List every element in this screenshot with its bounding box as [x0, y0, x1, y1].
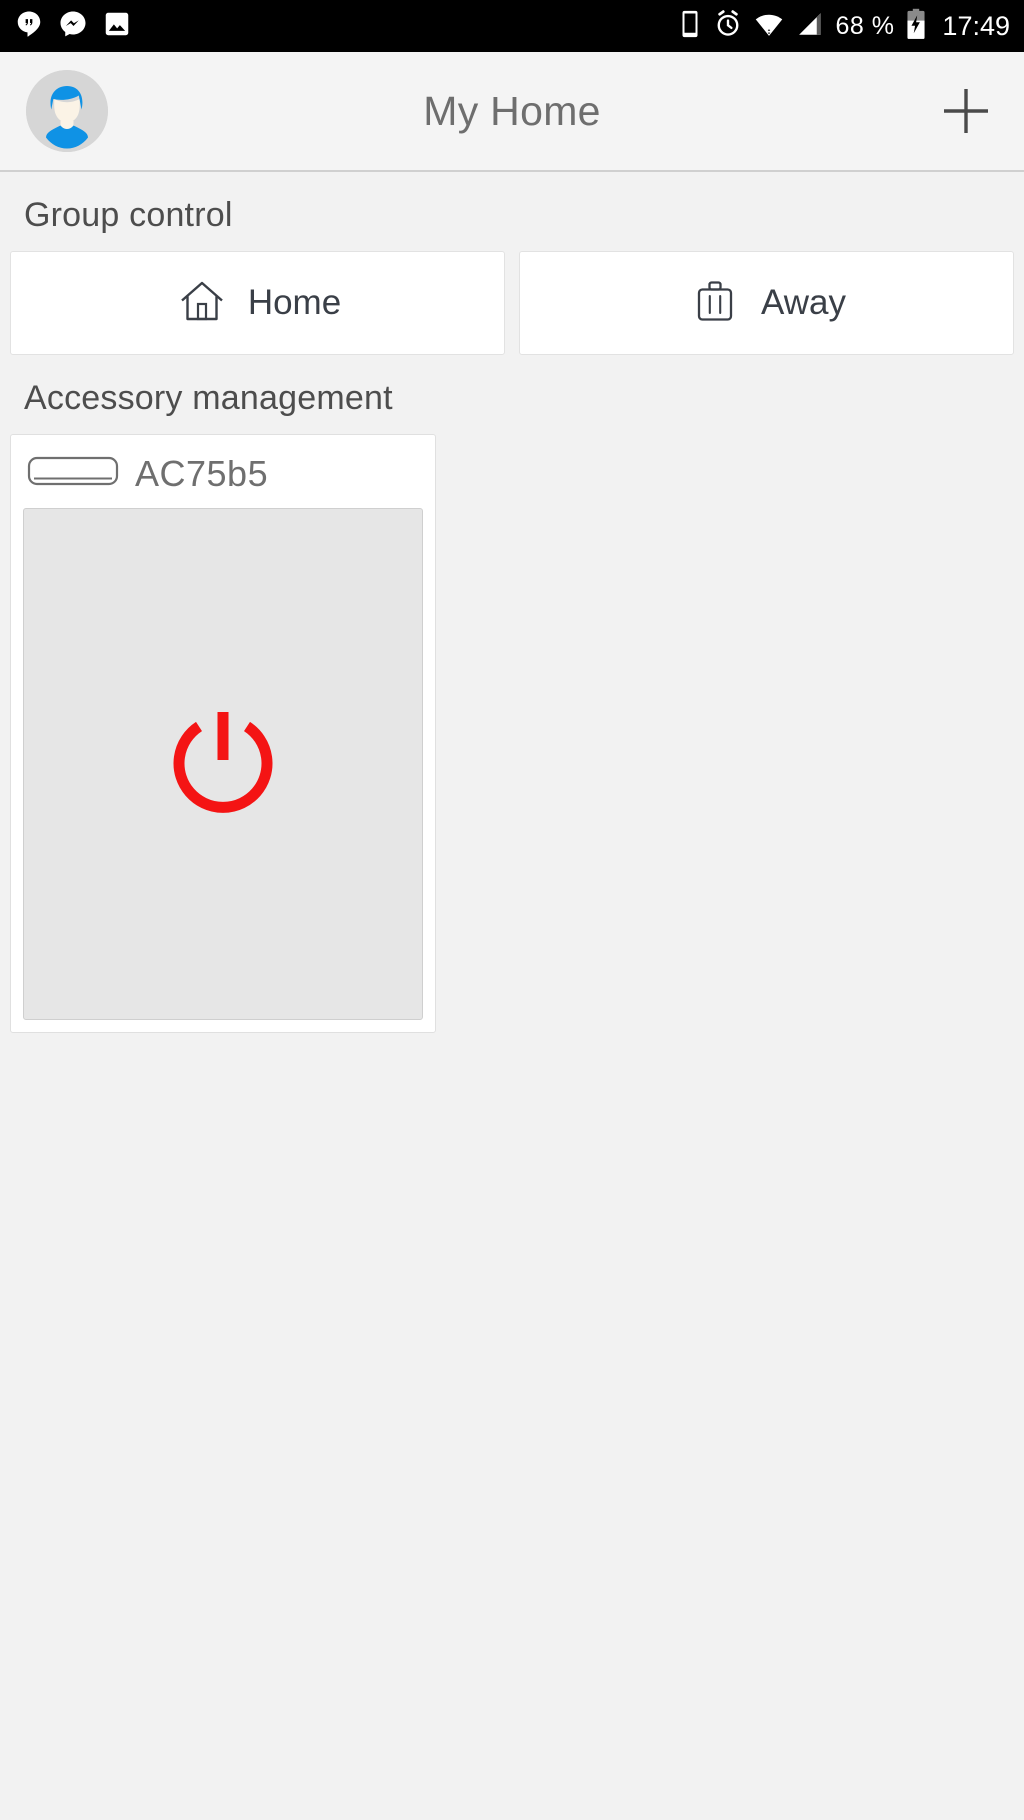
accessory-list: AC75b5	[0, 434, 1024, 1033]
app-bar: My Home	[0, 52, 1024, 172]
alarm-clock-icon	[713, 9, 743, 44]
status-bar-left-icons	[14, 9, 132, 44]
device-header: AC75b5	[23, 445, 423, 508]
group-button-home[interactable]: Home	[10, 251, 505, 355]
power-icon	[157, 696, 289, 833]
messenger-icon	[58, 9, 88, 44]
page-title: My Home	[423, 87, 601, 134]
status-bar: 68 % 17:49	[0, 0, 1024, 52]
app-screen: 68 % 17:49 My Home Group control Home Aw…	[0, 0, 1024, 1820]
group-control-title: Group control	[24, 196, 233, 234]
avatar[interactable]	[26, 70, 108, 152]
status-bar-right-icons: 68 % 17:49	[677, 8, 1010, 45]
clock-label: 17:49	[942, 10, 1010, 41]
group-control-row: Home Away	[0, 251, 1024, 355]
cellular-signal-icon	[795, 9, 825, 44]
add-accessory-button[interactable]	[934, 79, 998, 143]
vibrate-phone-icon	[677, 9, 703, 44]
photo-icon	[102, 9, 132, 44]
content-area: Group control Home Away Accessory manage…	[0, 172, 1024, 1033]
group-button-away-label: Away	[761, 283, 846, 322]
device-power-toggle[interactable]	[23, 508, 423, 1020]
group-button-away[interactable]: Away	[519, 251, 1014, 355]
battery-charging-icon	[904, 8, 928, 45]
accessory-management-title: Accessory management	[24, 379, 393, 417]
hangouts-icon	[14, 9, 44, 44]
wifi-icon	[753, 9, 785, 44]
device-card[interactable]: AC75b5	[10, 434, 436, 1033]
suitcase-icon	[687, 273, 743, 334]
group-button-home-label: Home	[247, 283, 342, 322]
battery-percent-label: 68 %	[835, 11, 895, 40]
device-name-label: AC75b5	[135, 452, 269, 494]
house-icon	[174, 273, 230, 334]
air-conditioner-icon	[27, 451, 119, 496]
